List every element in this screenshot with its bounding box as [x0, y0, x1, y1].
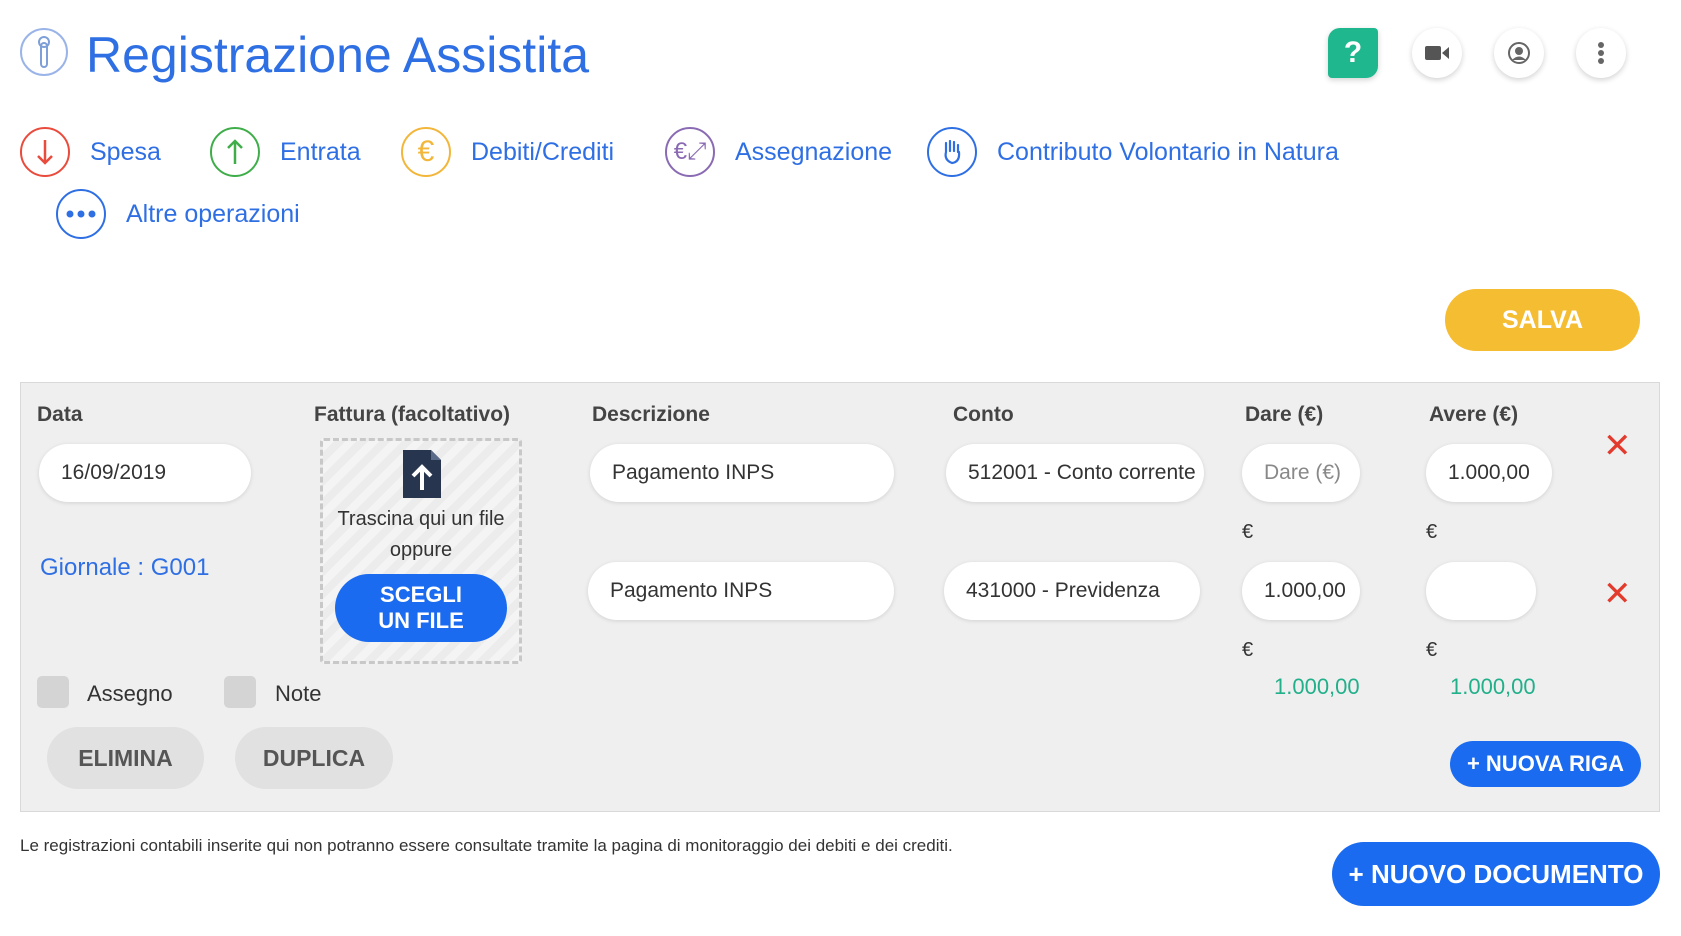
op-assegnazione[interactable]: €⤢ Assegnazione	[665, 127, 892, 177]
col-header-data: Data	[37, 403, 83, 426]
new-document-button[interactable]: + NUOVO DOCUMENTO	[1332, 842, 1660, 906]
op-label: Altre operazioni	[126, 199, 300, 228]
euro-exchange-icon: €⤢	[665, 127, 715, 177]
dare-input-row2[interactable]: 1.000,00	[1242, 562, 1360, 620]
choose-file-line1: SCEGLI	[380, 581, 462, 607]
assegno-checkbox[interactable]	[37, 676, 69, 708]
avere-total: 1.000,00	[1450, 674, 1536, 699]
file-upload-icon	[401, 448, 443, 505]
save-button[interactable]: SALVA	[1445, 289, 1640, 351]
delete-row1-icon[interactable]: ✕	[1603, 429, 1632, 463]
more-menu-button[interactable]	[1576, 28, 1626, 78]
account-input-row2[interactable]: 431000 - Previdenza	[944, 562, 1200, 620]
op-altre-operazioni[interactable]: Altre operazioni	[56, 189, 300, 239]
arrow-down-icon	[20, 127, 70, 177]
avere-currency-row2: €	[1426, 639, 1438, 661]
choose-file-line2: UN FILE	[378, 608, 464, 633]
note-label: Note	[275, 681, 322, 706]
dropzone-or: oppure	[389, 539, 453, 561]
account-button[interactable]	[1494, 28, 1544, 78]
op-label: Assegnazione	[735, 137, 893, 166]
op-debiti-crediti[interactable]: € Debiti/Crediti	[401, 127, 614, 177]
description-input-row2[interactable]: Pagamento INPS	[588, 562, 894, 620]
dare-input-row1[interactable]: Dare (€)	[1242, 444, 1360, 502]
user-circle-icon	[1508, 42, 1530, 64]
avere-input-row1[interactable]: 1.000,00	[1426, 444, 1552, 502]
hand-icon	[927, 127, 977, 177]
col-header-conto: Conto	[953, 403, 1014, 426]
date-input[interactable]: 16/09/2019	[39, 444, 251, 502]
arrow-up-icon	[210, 127, 260, 177]
account-input-row1[interactable]: 512001 - Conto corrente	[946, 444, 1204, 502]
help-label: ?	[1343, 36, 1363, 69]
giornale-link[interactable]: Giornale : G001	[40, 554, 209, 582]
delete-button[interactable]: ELIMINA	[47, 727, 204, 789]
avere-currency-row1: €	[1426, 521, 1438, 543]
note-checkbox[interactable]	[224, 676, 256, 708]
more-horizontal-icon	[56, 189, 106, 239]
op-label: Contributo Volontario in Natura	[997, 137, 1339, 166]
description-input-row1[interactable]: Pagamento INPS	[590, 444, 894, 502]
duplicate-button[interactable]: DUPLICA	[235, 727, 393, 789]
wrench-icon	[20, 28, 68, 76]
dare-currency-row1: €	[1242, 521, 1254, 543]
op-entrata[interactable]: Entrata	[210, 127, 361, 177]
dropzone-text: Trascina qui un file	[337, 508, 505, 530]
euro-icon: €	[401, 127, 451, 177]
page-title: Registrazione Assistita	[86, 27, 590, 83]
dare-currency-row2: €	[1242, 639, 1254, 661]
add-row-button[interactable]: + NUOVA RIGA	[1450, 741, 1641, 787]
op-spesa[interactable]: Spesa	[20, 127, 161, 177]
dare-total: 1.000,00	[1274, 674, 1360, 699]
op-contributo-natura[interactable]: Contributo Volontario in Natura	[927, 127, 1339, 177]
op-label: Entrata	[280, 137, 361, 166]
op-label: Spesa	[90, 137, 161, 166]
more-vertical-icon	[1598, 42, 1604, 64]
info-footnote: Le registrazioni contabili inserite qui …	[20, 836, 953, 855]
col-header-fattura: Fattura (facoltativo)	[314, 403, 511, 426]
col-header-dare: Dare (€)	[1245, 403, 1324, 426]
assegno-label: Assegno	[87, 681, 173, 706]
avere-input-row2[interactable]	[1426, 562, 1536, 620]
video-camera-icon	[1425, 46, 1449, 60]
choose-file-button[interactable]: SCEGLI UN FILE	[335, 574, 507, 642]
col-header-descrizione: Descrizione	[592, 403, 710, 426]
video-button[interactable]	[1412, 28, 1462, 78]
delete-row2-icon[interactable]: ✕	[1603, 577, 1632, 611]
help-button[interactable]: ?	[1328, 28, 1378, 78]
op-label: Debiti/Crediti	[471, 137, 615, 166]
col-header-avere: Avere (€)	[1429, 403, 1519, 426]
